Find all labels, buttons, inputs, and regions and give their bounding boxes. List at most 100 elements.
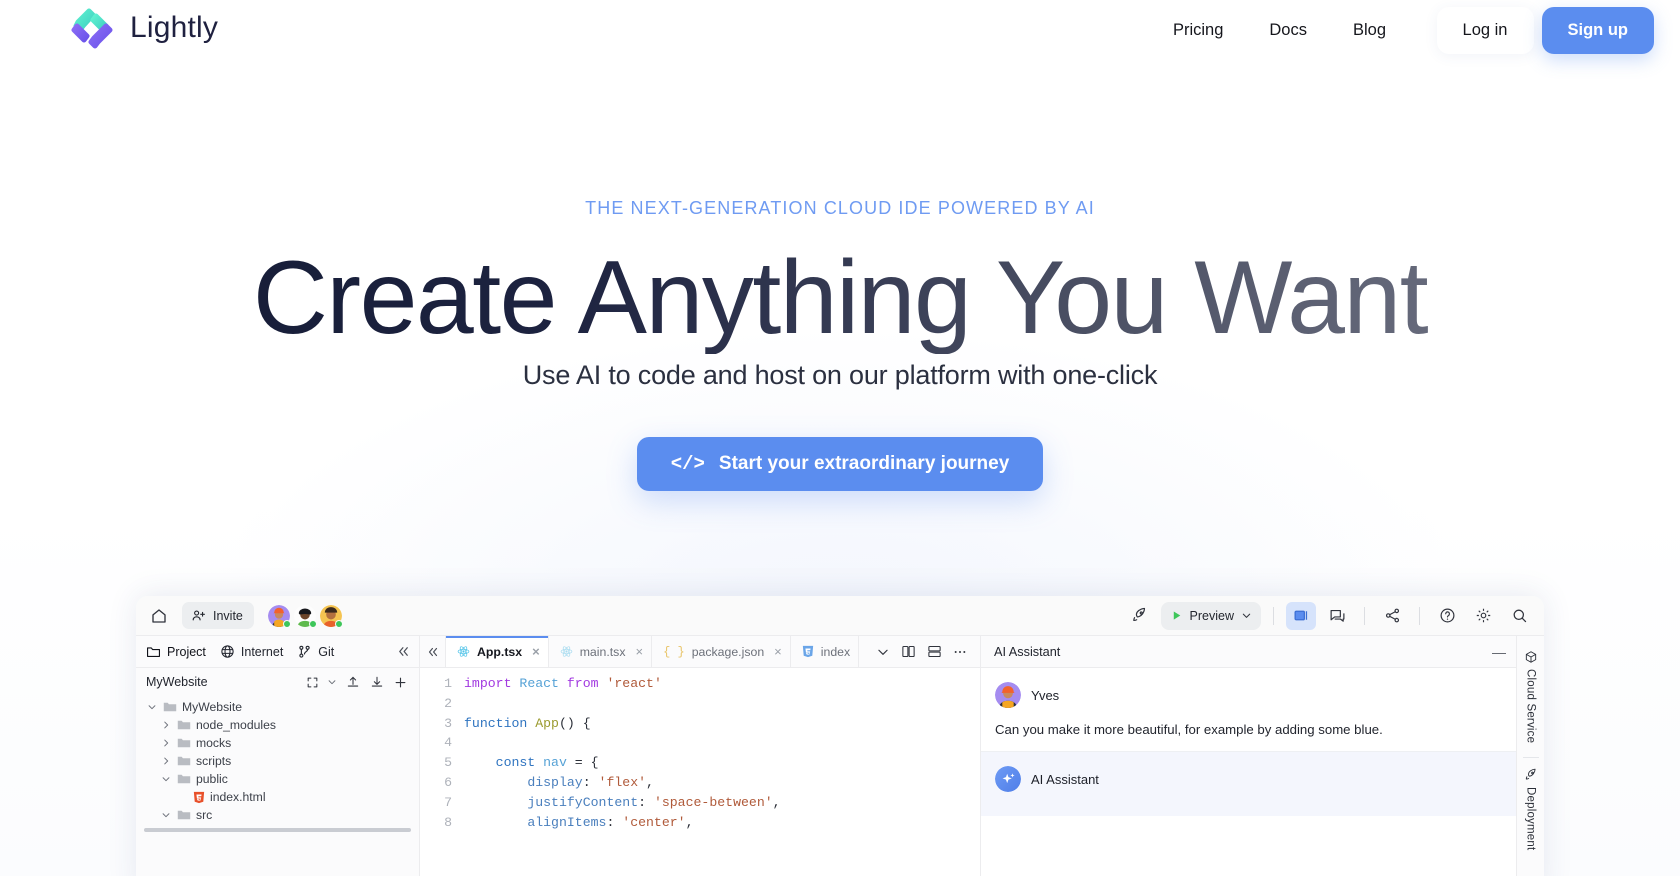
top-navigation-bar: Lightly Pricing Docs Blog Log in Sign up bbox=[0, 0, 1680, 60]
rail-item-cloud-service[interactable]: Cloud Service bbox=[1524, 644, 1538, 753]
ide-toolbar: Invite Preview bbox=[136, 596, 1544, 636]
right-rail: Cloud Service Deployment bbox=[1516, 636, 1544, 876]
download-icon[interactable] bbox=[366, 673, 387, 692]
folder-icon bbox=[163, 702, 177, 712]
editor-tab-index[interactable]: index bbox=[790, 636, 860, 667]
ide-body: Project Internet Git MyWebsite MyWebsite… bbox=[136, 636, 1544, 876]
code-line: 8 alignItems: 'center', bbox=[420, 813, 980, 833]
code-line: 6 display: 'flex', bbox=[420, 773, 980, 793]
panel-layout-icon[interactable] bbox=[1286, 601, 1316, 630]
tree-item-index-html[interactable]: index.html bbox=[136, 788, 419, 806]
signup-button[interactable]: Sign up bbox=[1541, 6, 1654, 54]
upload-icon[interactable] bbox=[342, 673, 363, 692]
sidebar-scrollbar[interactable] bbox=[144, 828, 411, 832]
close-icon[interactable]: × bbox=[774, 644, 782, 659]
search-icon[interactable] bbox=[1504, 602, 1534, 630]
home-icon[interactable] bbox=[144, 602, 174, 630]
gear-icon[interactable] bbox=[1468, 602, 1498, 630]
git-branch-icon bbox=[299, 645, 310, 658]
login-button[interactable]: Log in bbox=[1436, 6, 1534, 54]
folder-icon bbox=[177, 720, 191, 730]
invite-button[interactable]: Invite bbox=[182, 602, 254, 629]
start-journey-button[interactable]: </> Start your extraordinary journey bbox=[636, 437, 1044, 491]
avatar[interactable] bbox=[267, 604, 291, 628]
sidebar-tab-git[interactable]: Git bbox=[297, 644, 334, 659]
tree-item-node-modules[interactable]: node_modules bbox=[136, 716, 419, 734]
code-line: 3 function App() { bbox=[420, 714, 980, 734]
close-icon[interactable]: × bbox=[635, 644, 643, 659]
tree-item-label: scripts bbox=[196, 754, 232, 768]
tree-item-mocks[interactable]: mocks bbox=[136, 734, 419, 752]
rocket-icon[interactable] bbox=[1125, 602, 1155, 630]
help-circle-icon[interactable] bbox=[1432, 602, 1462, 630]
rail-label: Deployment bbox=[1524, 787, 1537, 851]
chevron-down-icon bbox=[146, 702, 158, 712]
editor-tab-app-tsx[interactable]: App.tsx × bbox=[446, 636, 549, 667]
chat-bubbles-icon[interactable] bbox=[1322, 602, 1352, 630]
more-horizontal-icon[interactable] bbox=[948, 640, 972, 664]
brand-name: Lightly bbox=[130, 11, 219, 44]
chevron-down-icon[interactable] bbox=[325, 673, 339, 692]
code-content[interactable]: 1 import React from 'react' 2 3 function A… bbox=[420, 668, 980, 876]
sidebar-tab-project[interactable]: Project bbox=[146, 645, 206, 659]
code-brackets-icon: </> bbox=[670, 453, 705, 475]
line-number: 4 bbox=[444, 735, 452, 751]
ide-preview-window: Invite Preview Project Internet Git MyWe… bbox=[136, 596, 1544, 876]
user-plus-icon bbox=[192, 610, 205, 621]
sidebar-collapse-icon[interactable] bbox=[396, 644, 411, 659]
editor-tabbar-actions bbox=[864, 636, 980, 667]
editor-tab-package-json[interactable]: { } package.json × bbox=[652, 636, 791, 667]
chevron-down-icon bbox=[160, 774, 172, 784]
rail-label: Cloud Service bbox=[1524, 669, 1537, 744]
tab-overflow-chevron-down-icon[interactable] bbox=[872, 640, 894, 664]
tree-item-label: MyWebsite bbox=[182, 700, 243, 714]
folder-icon bbox=[147, 646, 160, 657]
json-icon: { } bbox=[663, 644, 685, 659]
tree-item-scripts[interactable]: scripts bbox=[136, 752, 419, 770]
hero-cta-wrap: </> Start your extraordinary journey bbox=[0, 437, 1680, 491]
line-number: 7 bbox=[444, 794, 452, 810]
sidebar-tab-label: Git bbox=[318, 644, 335, 659]
editor-collapse-icon[interactable] bbox=[420, 636, 446, 667]
sidebar-tab-internet[interactable]: Internet bbox=[220, 644, 283, 659]
editor-tab-label: main.tsx bbox=[579, 644, 626, 659]
nav-link-pricing[interactable]: Pricing bbox=[1173, 21, 1223, 40]
minimize-icon[interactable]: — bbox=[1492, 645, 1506, 659]
code-line: 5 const nav = { bbox=[420, 753, 980, 773]
landing-page: Lightly Pricing Docs Blog Log in Sign up… bbox=[0, 0, 1680, 876]
chevron-down-icon bbox=[160, 810, 172, 820]
share-icon[interactable] bbox=[1377, 602, 1407, 630]
chevron-right-icon bbox=[160, 720, 172, 730]
plus-icon[interactable] bbox=[390, 673, 411, 692]
close-icon[interactable]: × bbox=[532, 644, 540, 659]
hero-title: Create Anything You Want bbox=[0, 242, 1680, 355]
tree-item-src[interactable]: src bbox=[136, 806, 419, 824]
folder-icon bbox=[177, 810, 191, 820]
brand-logo-group[interactable]: Lightly bbox=[68, 6, 218, 50]
expand-icon[interactable] bbox=[303, 673, 322, 692]
project-header: MyWebsite bbox=[136, 668, 419, 696]
nav-link-blog[interactable]: Blog bbox=[1353, 21, 1386, 40]
split-vertical-icon[interactable] bbox=[896, 640, 920, 664]
project-name: MyWebsite bbox=[146, 675, 208, 689]
globe-icon bbox=[221, 645, 234, 658]
chat-message-user: Yves Can you make it more beautiful, for… bbox=[981, 668, 1516, 753]
preview-button[interactable]: Preview bbox=[1160, 601, 1261, 630]
nav-link-docs[interactable]: Docs bbox=[1269, 21, 1307, 40]
line-number: 8 bbox=[444, 814, 452, 830]
line-number: 2 bbox=[444, 695, 452, 711]
toolbar-divider bbox=[1419, 606, 1420, 625]
tree-item-mywebsite[interactable]: MyWebsite bbox=[136, 698, 419, 716]
sidebar-tabs: Project Internet Git bbox=[136, 636, 419, 668]
react-icon bbox=[457, 646, 470, 657]
editor-tab-main-tsx[interactable]: main.tsx × bbox=[548, 636, 653, 667]
split-horizontal-icon[interactable] bbox=[922, 640, 946, 664]
avatar[interactable] bbox=[319, 604, 343, 628]
ai-panel-title: AI Assistant bbox=[994, 644, 1061, 659]
avatar[interactable] bbox=[293, 604, 317, 628]
code-line: 1 import React from 'react' bbox=[420, 674, 980, 694]
line-number: 3 bbox=[444, 715, 452, 731]
tree-item-public[interactable]: public bbox=[136, 770, 419, 788]
rail-item-deployment[interactable]: Deployment bbox=[1524, 762, 1538, 860]
online-dot bbox=[334, 619, 343, 628]
